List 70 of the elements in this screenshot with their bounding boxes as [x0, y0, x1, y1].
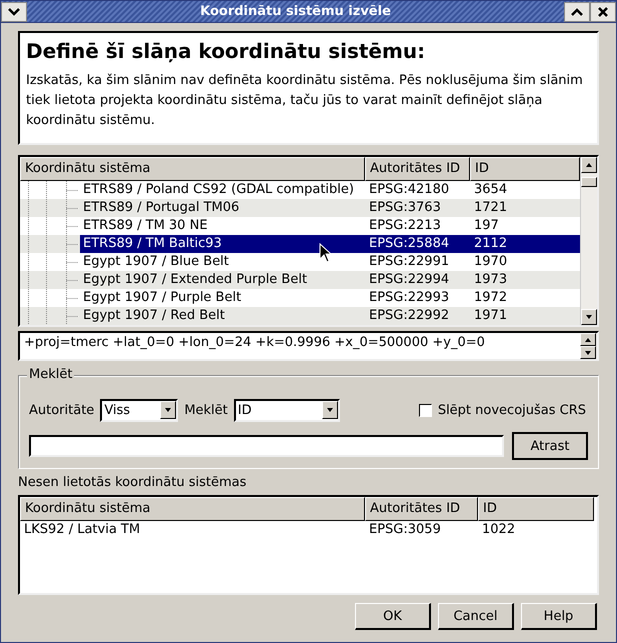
- table-cell[interactable]: 1970: [470, 253, 580, 271]
- dialog-button[interactable]: OK: [355, 603, 431, 630]
- table-cell[interactable]: 2112: [470, 235, 580, 253]
- field-label: Autoritāte: [29, 402, 94, 418]
- caret-down-icon: [326, 406, 334, 414]
- scroll-down-button[interactable]: [581, 309, 597, 325]
- field-label: Meklēt: [184, 402, 228, 418]
- column-header[interactable]: Koordinātu sistēma: [20, 497, 365, 521]
- column-header[interactable]: ID: [478, 497, 594, 521]
- table-cell[interactable]: 1022: [478, 521, 597, 539]
- search-field[interactable]: [29, 435, 504, 457]
- maximize-button[interactable]: [564, 2, 590, 22]
- info-text: Izskatās, ka šim slānim nav definēta koordinātu sistēma. Pēs noklusējuma šim slānim tiek lietota projekta koordinātu sistēma, taču jūs to varat mainīt definējot slāņa koordinātu sistēmu.: [26, 72, 584, 130]
- window-title: Koordinātu sistēmu izvēle: [199, 4, 392, 19]
- table-cell[interactable]: 1971: [470, 307, 580, 325]
- dialog-button[interactable]: Cancel: [438, 603, 514, 630]
- find-button[interactable]: Atrast: [512, 432, 588, 460]
- mouse-pointer-icon: [319, 243, 332, 263]
- table-cell[interactable]: EPSG:42180: [365, 181, 470, 199]
- column-header[interactable]: Autoritātes ID: [365, 157, 470, 181]
- close-button[interactable]: [590, 2, 616, 22]
- arrow-up-icon: [585, 161, 593, 169]
- scroll-thumb[interactable]: [581, 177, 597, 187]
- column-header[interactable]: Autoritātes ID: [365, 497, 478, 521]
- dialog-button[interactable]: Help: [521, 603, 597, 630]
- caret-down-icon: [164, 406, 172, 414]
- table-cell[interactable]: Egypt 1907 / Purple Belt: [80, 289, 365, 307]
- table-cell[interactable]: Egypt 1907 / Extended Purple Belt: [80, 271, 365, 289]
- table-cell[interactable]: ETRS89 / TM 30 NE: [80, 217, 365, 235]
- menu-button[interactable]: [1, 2, 27, 22]
- table-cell[interactable]: 3654: [470, 181, 580, 199]
- scrollbar[interactable]: [580, 157, 597, 325]
- table-cell[interactable]: LKS92 / Latvia TM: [20, 521, 365, 539]
- table-cell[interactable]: ETRS89 / TM Baltic93: [80, 235, 365, 253]
- table-cell[interactable]: 1972: [470, 289, 580, 307]
- table-cell[interactable]: 197: [470, 217, 580, 235]
- table-cell[interactable]: 1721: [470, 199, 580, 217]
- table-cell[interactable]: EPSG:22994: [365, 271, 470, 289]
- table-cell[interactable]: Egypt 1907 / Red Belt: [80, 307, 365, 325]
- table-cell[interactable]: EPSG:2213: [365, 217, 470, 235]
- dropdown[interactable]: ID: [234, 398, 340, 422]
- dropdown-value: Viss: [104, 402, 132, 418]
- table-cell[interactable]: EPSG:3059: [365, 521, 478, 539]
- checkbox[interactable]: [418, 404, 432, 416]
- section-label: Nesen lietotās koordinātu sistēmas: [18, 475, 248, 491]
- scroll-down-button[interactable]: [580, 346, 596, 359]
- checkbox-label: Slēpt novecojušas CRS: [438, 402, 586, 418]
- dropdown[interactable]: Viss: [100, 398, 178, 422]
- table-cell[interactable]: 1973: [470, 271, 580, 289]
- table-cell[interactable]: EPSG:22991: [365, 253, 470, 271]
- dropdown-value: ID: [238, 402, 253, 418]
- chevron-down-icon: [8, 8, 20, 16]
- arrow-down-icon: [585, 313, 593, 321]
- panel-heading: Definē šī slāņa koordinātu sistēmu:: [26, 39, 426, 63]
- column-header[interactable]: ID: [470, 157, 580, 181]
- table-cell[interactable]: EPSG:3763: [365, 199, 470, 217]
- close-icon: [598, 6, 608, 16]
- scroll-up-button[interactable]: [580, 333, 596, 346]
- table-cell[interactable]: EPSG:25884: [365, 235, 470, 253]
- arrow-down-icon: [584, 348, 592, 356]
- table-cell[interactable]: Egypt 1907 / Blue Belt: [80, 253, 365, 271]
- table-cell[interactable]: EPSG:22992: [365, 307, 470, 325]
- column-header[interactable]: Koordinātu sistēma: [20, 157, 365, 181]
- projection-text: +proj=tmerc +lat_0=0 +lon_0=24 +k=0.9996 +x_0=500000 +y_0=0: [23, 334, 486, 352]
- arrow-up-icon: [584, 336, 592, 344]
- chevron-up-icon: [571, 8, 583, 16]
- table-cell[interactable]: EPSG:22993: [365, 289, 470, 307]
- scroll-up-button[interactable]: [581, 157, 597, 173]
- table-cell[interactable]: ETRS89 / Portugal TM06: [80, 199, 365, 217]
- table-cell[interactable]: ETRS89 / Poland CS92 (GDAL compatible): [80, 181, 365, 199]
